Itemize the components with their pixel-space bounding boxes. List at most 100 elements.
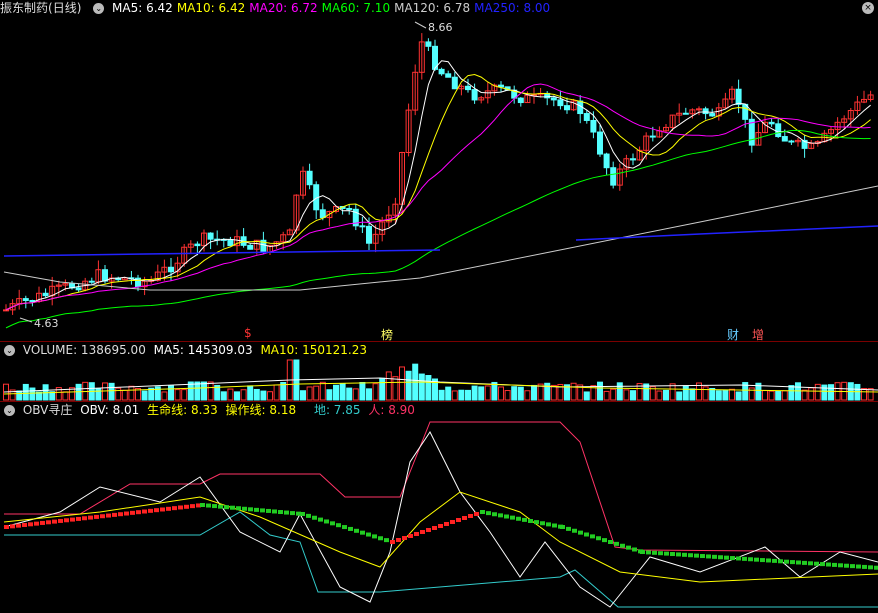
volume-bar xyxy=(392,376,399,401)
life-line-segment xyxy=(652,550,657,555)
life-line-segment xyxy=(318,517,323,522)
life-line-segment xyxy=(510,515,515,520)
life-line-segment xyxy=(522,517,527,522)
obv-indicator-name: OBV寻庄 xyxy=(22,403,73,417)
volume-bar xyxy=(115,387,122,401)
collapse-toggle-icon[interactable]: ⌄ xyxy=(4,405,15,416)
life-line-segment xyxy=(670,552,675,557)
volume-bar xyxy=(405,370,412,401)
volume-bar xyxy=(207,381,214,401)
volume-bar xyxy=(465,389,471,401)
life-line-segment xyxy=(348,526,353,531)
volume-bar xyxy=(161,391,168,401)
life-line-segment xyxy=(802,560,807,565)
candle-body xyxy=(498,84,504,88)
life-line-segment xyxy=(796,560,801,565)
volume-header: ⌄ VOLUME: 138695.00 MA5: 145309.03 MA10:… xyxy=(0,342,371,358)
volume-bar xyxy=(762,390,768,401)
volume-bar xyxy=(372,383,379,401)
volume-bar xyxy=(62,391,69,401)
volume-bar xyxy=(267,391,273,401)
life-line-segment xyxy=(212,504,217,509)
volume-bar xyxy=(788,385,795,401)
life-line-segment xyxy=(190,504,195,509)
life-line-segment xyxy=(124,511,129,516)
candle-body xyxy=(451,76,458,90)
life-line-segment xyxy=(596,536,601,541)
volume-bar xyxy=(313,385,320,401)
life-line-segment xyxy=(584,532,589,537)
candlestick-chart[interactable] xyxy=(0,0,878,342)
life-line-segment xyxy=(266,508,271,513)
volume-ma10: MA10: 150121.23 xyxy=(260,343,368,357)
volume-bar xyxy=(504,390,511,401)
volume-bar xyxy=(16,390,23,401)
event-marker-1[interactable]: 榜 xyxy=(381,326,393,342)
volume-bar xyxy=(359,382,366,401)
volume-bar xyxy=(168,385,174,401)
event-marker-2[interactable]: 财 xyxy=(727,326,739,342)
obv-header: ⌄ OBV寻庄 OBV: 8.01 生命线: 8.33 操作线: 8.18 地:… xyxy=(0,402,419,418)
collapse-toggle-icon[interactable]: ⌄ xyxy=(4,345,15,356)
life-line-segment xyxy=(22,522,27,527)
candle-body xyxy=(168,266,174,273)
volume-bar xyxy=(828,384,834,401)
life-line-segment xyxy=(402,536,407,540)
obv-panel[interactable]: ⌄ OBV寻庄 OBV: 8.01 生命线: 8.33 操作线: 8.18 地:… xyxy=(0,402,878,613)
volume-bar xyxy=(333,384,339,401)
life-line-segment xyxy=(16,523,21,528)
volume-bar xyxy=(234,391,240,401)
life-line-segment xyxy=(136,510,141,515)
volume-bar xyxy=(623,389,630,401)
life-line-segment xyxy=(82,516,87,521)
life-line-segment xyxy=(130,510,135,515)
life-line-segment xyxy=(76,516,81,521)
life-line-segment xyxy=(64,518,69,523)
volume-bar xyxy=(689,388,696,401)
event-marker-0[interactable]: $ xyxy=(244,326,252,340)
collapse-toggle-icon[interactable]: ⌄ xyxy=(93,3,105,14)
life-line-segment xyxy=(742,556,747,561)
life-line-segment xyxy=(540,521,545,526)
life-line-segment xyxy=(438,524,443,528)
obv-chart[interactable] xyxy=(0,402,878,613)
kline-panel[interactable]: 振东制药(日线) ⌄ MA5: 6.42 MA10: 6.42 MA20: 6.72… xyxy=(0,0,878,342)
candle-body xyxy=(22,298,29,302)
life-line-segment xyxy=(396,538,401,542)
volume-bar xyxy=(709,387,716,401)
life-line-segment xyxy=(420,530,425,534)
volume-bar xyxy=(603,390,610,401)
life-line-segment xyxy=(718,555,723,560)
volume-bar xyxy=(616,382,623,401)
volume-bar xyxy=(181,389,188,401)
candle-body xyxy=(788,140,795,143)
volume-bar xyxy=(821,384,828,401)
candle-body xyxy=(207,232,214,240)
life-line-segment xyxy=(790,560,795,565)
life-line-segment xyxy=(300,512,305,516)
event-marker-3[interactable]: 增 xyxy=(752,326,764,342)
close-icon[interactable]: × xyxy=(862,2,874,14)
candle-body xyxy=(702,108,709,115)
life-line-segment xyxy=(766,558,771,563)
volume-bar xyxy=(729,388,735,401)
volume-bar xyxy=(128,385,135,401)
obv-line xyxy=(3,431,878,608)
volume-bar xyxy=(524,390,531,401)
volume-bar xyxy=(702,386,709,401)
candle-body xyxy=(603,153,610,169)
ma-label-3: MA60: 7.10 xyxy=(321,1,391,15)
candle-body xyxy=(102,269,108,282)
ma-label-4: MA120: 6.78 xyxy=(394,1,471,15)
volume-bar xyxy=(715,390,722,401)
volume-bar xyxy=(676,391,683,401)
candle-body xyxy=(682,112,689,115)
life-line-segment xyxy=(632,547,637,552)
volume-bar xyxy=(240,389,247,401)
life-line-segment xyxy=(474,512,479,516)
volume-panel[interactable]: ⌄ VOLUME: 138695.00 MA5: 145309.03 MA10:… xyxy=(0,342,878,402)
life-line-segment xyxy=(808,561,813,566)
life-line-segment xyxy=(88,515,93,520)
candle-body xyxy=(42,292,49,297)
life-line-segment xyxy=(706,554,711,559)
